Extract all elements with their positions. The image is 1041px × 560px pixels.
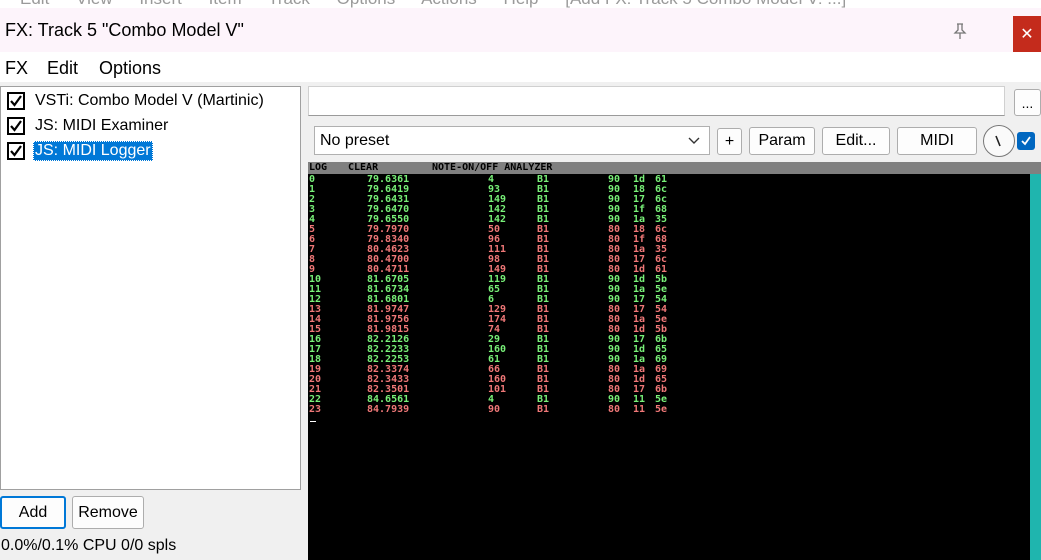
- fx-enable-checkbox[interactable]: [7, 117, 25, 135]
- log-row: 0 79.6361 4 B1 90 1d 61: [308, 175, 1028, 185]
- log-row: 18 82.2253 61 B1 90 1a 69: [308, 355, 1028, 365]
- fx-item-label: JS: MIDI Examiner: [35, 117, 169, 134]
- log-row: 21 82.3501 101 B1 80 17 6b: [308, 385, 1028, 395]
- menu-fx[interactable]: FX: [5, 58, 28, 79]
- bg-menu-view: View: [76, 0, 113, 8]
- fx-item-label: JS: MIDI Logger: [33, 141, 153, 161]
- log-cell-num: 11: [633, 404, 646, 415]
- log-row: 9 80.4711 149 B1 80 1d 61: [308, 265, 1028, 275]
- remove-button[interactable]: Remove: [72, 496, 144, 529]
- close-button[interactable]: ✕: [1013, 16, 1041, 52]
- add-button[interactable]: Add: [0, 496, 66, 529]
- check-icon: [10, 120, 22, 132]
- log-row: 14 81.9756 174 B1 80 1a 5e: [308, 315, 1028, 325]
- log-row: 13 81.9747 129 B1 80 17 54: [308, 305, 1028, 315]
- logger-scrollbar[interactable]: [1030, 174, 1041, 560]
- log-row: 12 81.6801 6 B1 90 17 54: [308, 295, 1028, 305]
- menu-options[interactable]: Options: [99, 58, 161, 79]
- param-button[interactable]: Param: [749, 127, 815, 155]
- bg-menu-help: Help: [504, 0, 539, 8]
- preset-dropdown[interactable]: No preset: [314, 126, 710, 155]
- log-row: 8 80.4700 98 B1 80 17 6c: [308, 255, 1028, 265]
- check-icon: [1021, 136, 1031, 146]
- fx-item-midi-logger[interactable]: JS: MIDI Logger: [7, 140, 153, 162]
- window-title: FX: Track 5 "Combo Model V": [5, 20, 244, 40]
- log-row: 7 80.4623 111 B1 80 1a 35: [308, 245, 1028, 255]
- log-cell-time: 84.7939: [367, 404, 410, 415]
- bg-menu-item: Item: [209, 0, 242, 8]
- midi-logger-panel[interactable]: LOG CLEAR NOTE-ON/OFF ANALYZER 0 79.6361 4…: [308, 162, 1041, 560]
- wet-knob[interactable]: [983, 125, 1015, 157]
- clear-button[interactable]: CLEAR: [348, 162, 378, 174]
- log-row: 20 82.3433 160 B1 80 1d 65: [308, 375, 1028, 385]
- chevron-down-icon: [688, 137, 700, 144]
- text-cursor: [310, 421, 316, 422]
- log-row: 17 82.2233 160 B1 90 1d 65: [308, 345, 1028, 355]
- edit-button[interactable]: Edit...: [822, 127, 890, 155]
- add-preset-button[interactable]: +: [717, 128, 742, 155]
- plugin-name-field[interactable]: [308, 86, 1005, 116]
- log-button[interactable]: LOG: [309, 162, 327, 174]
- log-row: 19 82.3374 66 B1 80 1a 69: [308, 365, 1028, 375]
- log-row: 10 81.6705 119 B1 90 1d 5b: [308, 275, 1028, 285]
- log-row: 1 79.6419 93 B1 90 18 6c: [308, 185, 1028, 195]
- log-cell-note: B1: [537, 404, 550, 415]
- knob-indicator-icon: [995, 135, 1001, 147]
- fx-item-combo-model-v[interactable]: VSTi: Combo Model V (Martinic): [7, 90, 266, 112]
- log-row: 5 79.7970 50 B1 80 18 6c: [308, 225, 1028, 235]
- log-row: 16 82.2126 29 B1 90 17 6b: [308, 335, 1028, 345]
- log-row: 2 79.6431 149 B1 90 17 6c: [308, 195, 1028, 205]
- title-bar[interactable]: FX: Track 5 "Combo Model V" ✕: [0, 8, 1041, 52]
- fx-item-label: VSTi: Combo Model V (Martinic): [35, 92, 264, 109]
- log-row: 15 81.9815 74 B1 80 1d 5b: [308, 325, 1028, 335]
- log-row: 3 79.6470 142 B1 90 1f 68: [308, 205, 1028, 215]
- fx-enable-checkbox[interactable]: [7, 92, 25, 110]
- bg-menu-track: Track: [268, 0, 310, 8]
- cpu-status: 0.0%/0.1% CPU 0/0 spls: [1, 537, 177, 554]
- log-row: 6 79.8340 96 B1 80 1f 68: [308, 235, 1028, 245]
- log-row: 4 79.6550 142 B1 90 1a 35: [308, 215, 1028, 225]
- midi-button[interactable]: MIDI: [897, 127, 977, 155]
- background-menu: Edit View Insert Item Track Options Acti…: [0, 0, 1041, 8]
- check-icon: [10, 145, 22, 157]
- menu-bar: FX Edit Options: [0, 52, 1041, 82]
- log-cell-dt: 90: [488, 404, 501, 415]
- fx-enable-checkbox[interactable]: [7, 142, 25, 160]
- bg-window-title: [Add FX: Track 5 Combo Model V: ...]: [565, 0, 846, 8]
- close-icon: ✕: [1020, 26, 1034, 43]
- preset-value: No preset: [320, 131, 390, 149]
- bg-menu-insert: Insert: [139, 0, 182, 8]
- log-row: 23 84.7939 90 B1 80 11 5e: [308, 405, 1028, 415]
- bg-menu-actions: Actions: [421, 0, 477, 8]
- more-button[interactable]: ...: [1014, 89, 1041, 116]
- menu-edit[interactable]: Edit: [47, 58, 78, 79]
- log-row: 11 81.6734 65 B1 90 1a 5e: [308, 285, 1028, 295]
- logger-title: NOTE-ON/OFF ANALYZER: [432, 162, 553, 173]
- log-row: 22 84.6561 4 B1 90 11 5e: [308, 395, 1028, 405]
- pin-icon[interactable]: [951, 22, 969, 40]
- bypass-checkbox[interactable]: [1017, 132, 1035, 150]
- bg-menu-edit: Edit: [20, 0, 49, 8]
- log-cell-status: 80: [608, 404, 621, 415]
- fx-chain-list[interactable]: VSTi: Combo Model V (Martinic) JS: MIDI …: [0, 86, 301, 490]
- logger-header: LOG CLEAR NOTE-ON/OFF ANALYZER: [308, 162, 1041, 174]
- bg-menu-options: Options: [337, 0, 396, 8]
- check-icon: [10, 95, 22, 107]
- fx-item-midi-examiner[interactable]: JS: MIDI Examiner: [7, 115, 170, 137]
- log-cell-vel: 5e: [655, 404, 668, 415]
- log-cell-idx: 23: [309, 404, 322, 415]
